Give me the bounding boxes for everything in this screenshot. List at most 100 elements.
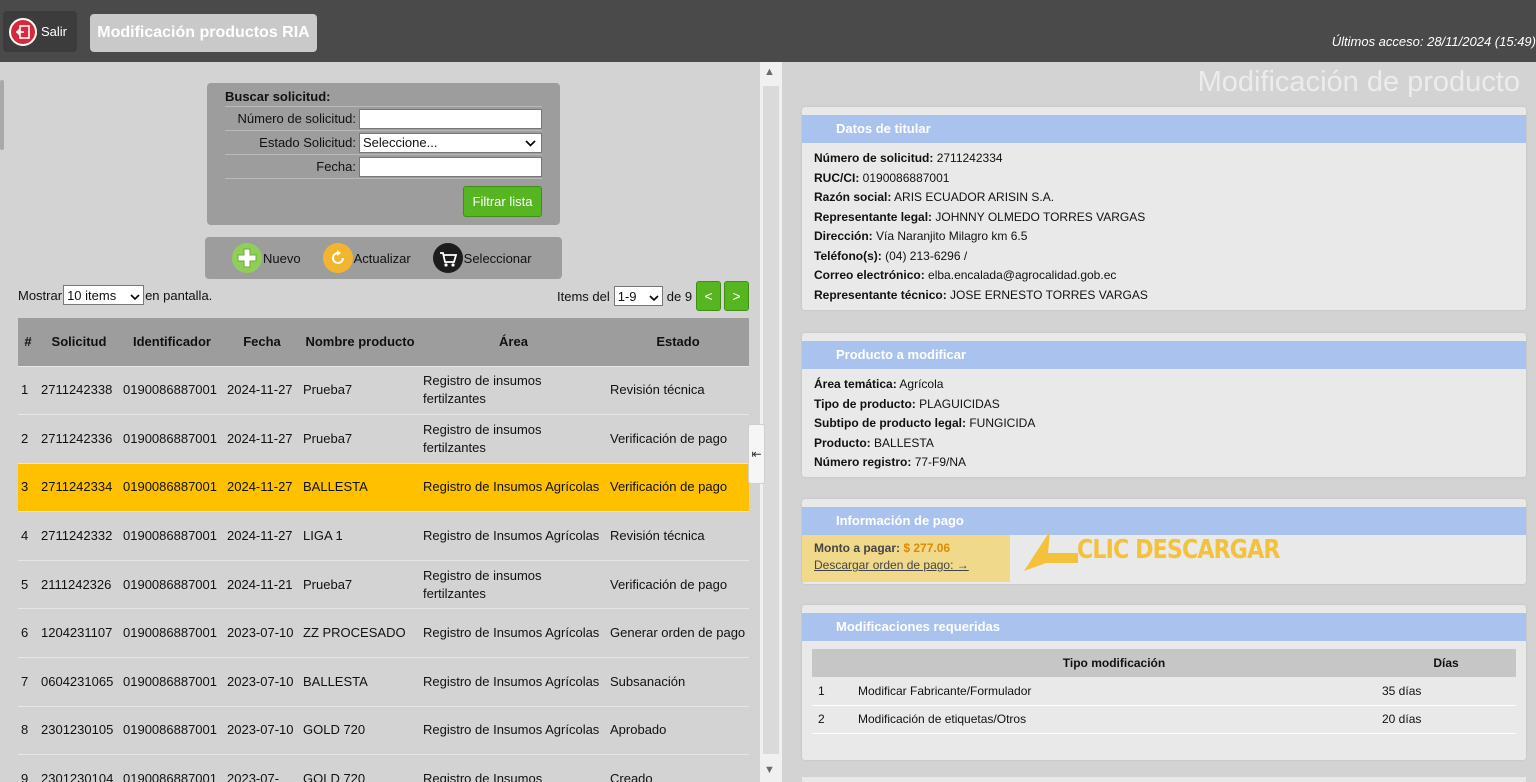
estado-label: Estado Solicitud: <box>259 135 356 150</box>
refresh-icon <box>322 243 353 273</box>
cell-solicitud: 1204231107 <box>38 608 120 658</box>
field-label: Teléfono(s): <box>814 248 882 263</box>
detail-title: Modificación de producto <box>1197 66 1520 98</box>
mod-cell-tipo: Modificación de etiquetas/Otros <box>852 705 1376 734</box>
field-label: Dirección: <box>814 229 873 243</box>
col-header-fecha[interactable]: Fecha <box>224 318 300 366</box>
filter-button[interactable]: Filtrar lista <box>463 186 542 217</box>
cell-identificador: 0190086887001 <box>120 365 224 415</box>
prev-page-button[interactable]: < <box>696 281 722 311</box>
download-annotation: CLIC DESCARGAR <box>1077 535 1280 565</box>
page-size-select[interactable]: 10 items <box>63 285 145 305</box>
action-toolbar: Nuevo Actualizar Seleccionar <box>205 237 562 279</box>
refresh-label: Actualizar <box>353 250 411 266</box>
scroll-down-icon[interactable]: ▼ <box>764 764 775 776</box>
refresh-button[interactable]: Actualizar <box>322 243 411 273</box>
field-label: Subtipo de producto legal: <box>814 416 966 430</box>
col-header-estado[interactable]: Estado <box>607 318 749 366</box>
left-scrollbar[interactable]: ▲ ▼ <box>760 62 782 782</box>
mod-col-tipo: Tipo modificación <box>852 649 1376 677</box>
col-header-number[interactable]: # <box>18 318 38 366</box>
payment-highlight: Monto a pagar: $ 277.06 Descargar orden … <box>802 535 1010 582</box>
table-row[interactable]: 6 1204231107 0190086887001 2023-07-10 ZZ PRO… <box>18 608 749 658</box>
monto-line: Monto a pagar: $ 277.06 <box>814 540 998 557</box>
table-row[interactable]: 5 2111242326 0190086887001 2024-11-21 Prueba… <box>18 559 749 609</box>
fecha-row: Fecha: <box>225 154 542 178</box>
new-button[interactable]: Nuevo <box>232 243 301 273</box>
field-value: ARIS ECUADOR ARISIN S.A. <box>894 190 1055 204</box>
field-row: Representante técnico: JOSE ERNESTO TORR… <box>814 286 1514 306</box>
cell-area: Registro de Insumos <box>420 754 607 782</box>
titular-card: Datos de titular Número de solicitud: 27… <box>802 107 1526 310</box>
page-size-value: 10 items <box>67 287 117 303</box>
cell-area: Registro de Insumos Agrícolas <box>420 462 607 512</box>
cell-producto: Prueba7 <box>300 414 420 464</box>
numero-input[interactable] <box>359 108 542 129</box>
detail-panel: Modificación de producto Datos de titula… <box>782 62 1536 782</box>
cell-fecha: 2024-11-27 <box>224 462 300 512</box>
collapse-panel-icon[interactable]: ⇤ <box>748 424 765 484</box>
col-header-producto[interactable]: Nombre producto <box>300 318 420 366</box>
producto-fields: Área temática: Agrícola Tipo de producto:… <box>802 369 1526 479</box>
scroll-up-icon[interactable]: ▲ <box>764 66 775 78</box>
cell-producto: LIGA 1 <box>300 511 420 561</box>
col-header-area[interactable]: Área <box>420 318 607 366</box>
cell-n: 7 <box>18 657 38 707</box>
producto-card: Producto a modificar Área temática: Agrí… <box>802 333 1526 477</box>
side-handle[interactable] <box>0 80 4 150</box>
col-header-identificador[interactable]: Identificador <box>120 318 224 366</box>
producto-heading: Producto a modificar <box>802 341 1526 369</box>
table-row[interactable]: 9 2301230104 0190086887001 2023-07- GOLD 720… <box>18 754 749 782</box>
table-row[interactable]: 7 0604231065 0190086887001 2023-07-10 BALLES… <box>18 657 749 707</box>
table-row[interactable]: 8 2301230105 0190086887001 2023-07-10 GOLD 7… <box>18 705 749 755</box>
cell-n: 4 <box>18 511 38 561</box>
field-row: Subtipo de producto legal: FUNGICIDA <box>814 414 1514 434</box>
cell-identificador: 0190086887001 <box>120 462 224 512</box>
cell-solicitud: 2301230105 <box>38 705 120 755</box>
field-row: Teléfono(s): (04) 213-6296 / <box>814 247 1514 267</box>
col-header-solicitud[interactable]: Solicitud <box>38 318 120 366</box>
field-row: Número registro: 77-F9/NA <box>814 453 1514 473</box>
select-button[interactable]: Seleccionar <box>432 243 532 273</box>
new-label: Nuevo <box>263 250 301 266</box>
pagination: Items del 1-9 de 9 < > <box>557 281 750 311</box>
estado-select[interactable]: Seleccione... <box>359 132 542 153</box>
field-row: Razón social: ARIS ECUADOR ARISIN S.A. <box>814 188 1514 208</box>
cell-n: 9 <box>18 754 38 782</box>
plus-icon <box>232 243 262 273</box>
fecha-input[interactable] <box>359 156 542 177</box>
table-row[interactable]: 4 2711242332 0190086887001 2024-11-27 LIGA 1… <box>18 511 749 561</box>
estado-select-value: Seleccione... <box>363 134 438 150</box>
mod-col-number <box>812 649 852 677</box>
page-range-select[interactable]: 1-9 <box>613 286 663 306</box>
mod-col-dias: Días <box>1376 649 1516 677</box>
cell-fecha: 2024-11-21 <box>224 559 300 609</box>
table-row[interactable]: 3 2711242334 0190086887001 2024-11-27 BALLES… <box>18 462 749 512</box>
select-label: Seleccionar <box>463 250 532 266</box>
page-size-control: Mostrar 10 items en pantalla. <box>18 285 212 305</box>
cell-n: 8 <box>18 705 38 755</box>
cell-estado: Aprobado <box>607 705 749 755</box>
cell-fecha: 2023-07-10 <box>224 705 300 755</box>
cell-n: 5 <box>18 559 38 609</box>
cart-icon <box>432 243 463 273</box>
monto-value: $ 277.06 <box>903 541 951 555</box>
numero-label: Número de solicitud: <box>237 111 357 126</box>
field-value: 2711242334 <box>936 151 1003 165</box>
scrollbar-thumb[interactable] <box>763 86 779 754</box>
field-row: RUC/CI: 0190086887001 <box>814 169 1514 189</box>
requests-table: # Solicitud Identificador Fecha Nombre p… <box>18 318 749 782</box>
table-row[interactable]: 1 2711242338 0190086887001 2024-11-27 Prueba… <box>18 365 749 415</box>
exit-button[interactable]: Salir <box>3 11 77 52</box>
download-order-link[interactable]: Descargar orden de pago: → <box>814 557 998 574</box>
mod-cell-dias: 35 días <box>1376 677 1516 706</box>
next-card-edge <box>802 777 1526 782</box>
next-page-button[interactable]: > <box>724 281 750 311</box>
field-value: PLAGUICIDAS <box>919 396 1000 411</box>
cell-solicitud: 2111242326 <box>38 559 120 609</box>
en-pantalla-label: en pantalla. <box>145 287 213 303</box>
table-row[interactable]: 2 2711242336 0190086887001 2024-11-27 Prueba… <box>18 414 749 464</box>
items-del-label: Items del <box>557 288 610 304</box>
cell-fecha: 2024-11-27 <box>224 365 300 415</box>
modificaciones-table: Tipo modificación Días 1 Modificar Fabric… <box>812 649 1516 734</box>
